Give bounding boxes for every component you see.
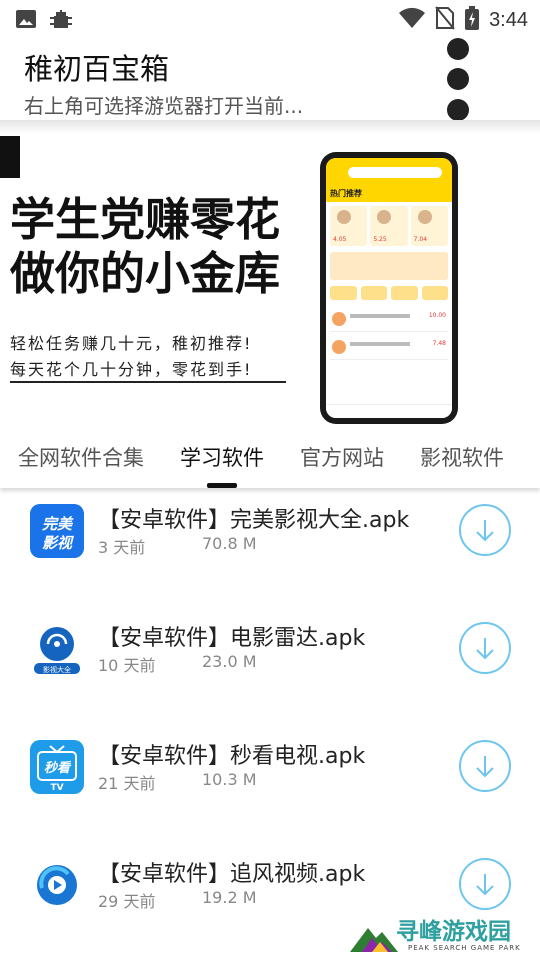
item-age: 21 天前 bbox=[98, 774, 156, 793]
item-size: 19.2 M bbox=[202, 888, 257, 907]
phone-screen: 热门推荐 4.05 5.25 7.04 10.00 7.48 bbox=[326, 158, 452, 418]
phone-mockup: 热门推荐 4.05 5.25 7.04 10.00 7.48 bbox=[320, 152, 458, 424]
svg-text:影视大全: 影视大全 bbox=[43, 665, 71, 674]
tab-all-software[interactable]: 全网软件合集 bbox=[18, 442, 144, 472]
zhuifeng-app-icon bbox=[30, 858, 84, 912]
list-item[interactable]: 秒看 TV 【安卓软件】秒看电视.apk 21 天前 10.3 M bbox=[0, 724, 540, 842]
image-icon bbox=[14, 7, 38, 35]
item-size: 70.8 M bbox=[202, 534, 257, 553]
radar-app-icon: 影视大全 bbox=[30, 622, 84, 676]
phone-row: 7.48 bbox=[330, 336, 448, 360]
app-subtitle: 右上角可选择游览器打开当前... bbox=[24, 94, 304, 118]
phone-bottom-nav bbox=[326, 404, 452, 418]
download-button[interactable] bbox=[459, 740, 511, 792]
svg-text:秒看: 秒看 bbox=[44, 760, 72, 776]
banner-subtext-2: 每天花个几十分钟，零花到手! bbox=[10, 360, 253, 379]
banner-headline-2: 做你的小金库 bbox=[10, 247, 281, 300]
download-arrow-icon bbox=[476, 756, 494, 778]
app-bar: 稚初百宝箱 右上角可选择游览器打开当前... bbox=[0, 38, 540, 121]
item-title: 【安卓软件】秒看电视.apk bbox=[98, 744, 366, 769]
phone-section-label: 热门推荐 bbox=[330, 189, 362, 198]
status-bar: 3:44 bbox=[0, 0, 540, 38]
phone-card: 4.05 bbox=[330, 206, 368, 246]
watermark-subtitle: PEAK SEARCH GAME PARK bbox=[408, 944, 521, 952]
phone-card: 5.25 bbox=[370, 206, 408, 246]
item-title: 【安卓软件】完美影视大全.apk bbox=[98, 508, 410, 533]
item-age: 10 天前 bbox=[98, 656, 156, 675]
download-button[interactable] bbox=[459, 622, 511, 674]
item-size: 23.0 M bbox=[202, 652, 257, 671]
item-age: 3 天前 bbox=[98, 538, 146, 557]
download-arrow-icon bbox=[476, 520, 494, 542]
more-vertical-icon[interactable] bbox=[438, 38, 478, 124]
app-title: 稚初百宝箱 bbox=[24, 52, 170, 86]
watermark-title: 寻峰游戏园 bbox=[396, 919, 511, 945]
phone-cards: 4.05 5.25 7.04 bbox=[326, 202, 452, 250]
category-tabs: 全网软件合集 学习软件 官方网站 影视软件 bbox=[0, 424, 540, 488]
status-time: 3:44 bbox=[489, 8, 528, 31]
download-arrow-icon bbox=[476, 638, 494, 660]
no-sim-icon bbox=[435, 6, 455, 34]
banner-subtext-1: 轻松任务赚几十元，稚初推荐! bbox=[10, 334, 253, 353]
download-arrow-icon bbox=[476, 874, 494, 896]
app-bar-shadow bbox=[0, 120, 540, 134]
tab-official-sites[interactable]: 官方网站 bbox=[300, 442, 384, 472]
phone-icons bbox=[326, 282, 452, 304]
item-title: 【安卓软件】电影雷达.apk bbox=[98, 626, 366, 651]
svg-text:TV: TV bbox=[50, 783, 63, 793]
tv-app-icon: 秒看 TV bbox=[30, 740, 84, 794]
wanmei-yingshi-app-icon: 完美 影视 bbox=[30, 504, 84, 558]
list-item[interactable]: 影视大全 【安卓软件】电影雷达.apk 10 天前 23.0 M bbox=[0, 606, 540, 724]
bug-icon bbox=[48, 6, 74, 36]
download-button[interactable] bbox=[459, 858, 511, 910]
tab-video-software[interactable]: 影视软件 bbox=[420, 442, 504, 472]
mountain-logo-icon bbox=[350, 928, 398, 952]
item-age: 29 天前 bbox=[98, 892, 156, 911]
phone-promo bbox=[330, 252, 448, 280]
promo-banner[interactable]: 学生党赚零花 做你的小金库 轻松任务赚几十元，稚初推荐! 每天花个几十分钟，零花… bbox=[0, 134, 540, 424]
battery-charging-icon bbox=[465, 6, 480, 34]
tab-study-software[interactable]: 学习软件 bbox=[180, 442, 264, 472]
banner-black-block bbox=[0, 136, 20, 178]
item-size: 10.3 M bbox=[202, 770, 257, 789]
item-title: 【安卓软件】追风视频.apk bbox=[98, 862, 366, 887]
banner-headline-1: 学生党赚零花 bbox=[10, 193, 281, 246]
phone-card: 7.04 bbox=[410, 206, 448, 246]
svg-text:影视: 影视 bbox=[42, 534, 74, 552]
banner-underline bbox=[10, 381, 286, 383]
phone-header: 热门推荐 bbox=[326, 158, 452, 202]
svg-text:完美: 完美 bbox=[42, 515, 74, 533]
phone-row: 10.00 bbox=[330, 308, 448, 332]
watermark: 寻峰游戏园 PEAK SEARCH GAME PARK bbox=[350, 912, 540, 960]
download-button[interactable] bbox=[459, 504, 511, 556]
list-item[interactable]: 完美 影视 【安卓软件】完美影视大全.apk 3 天前 70.8 M bbox=[0, 488, 540, 606]
wifi-icon bbox=[399, 7, 426, 33]
phone-search-bar bbox=[348, 167, 442, 178]
